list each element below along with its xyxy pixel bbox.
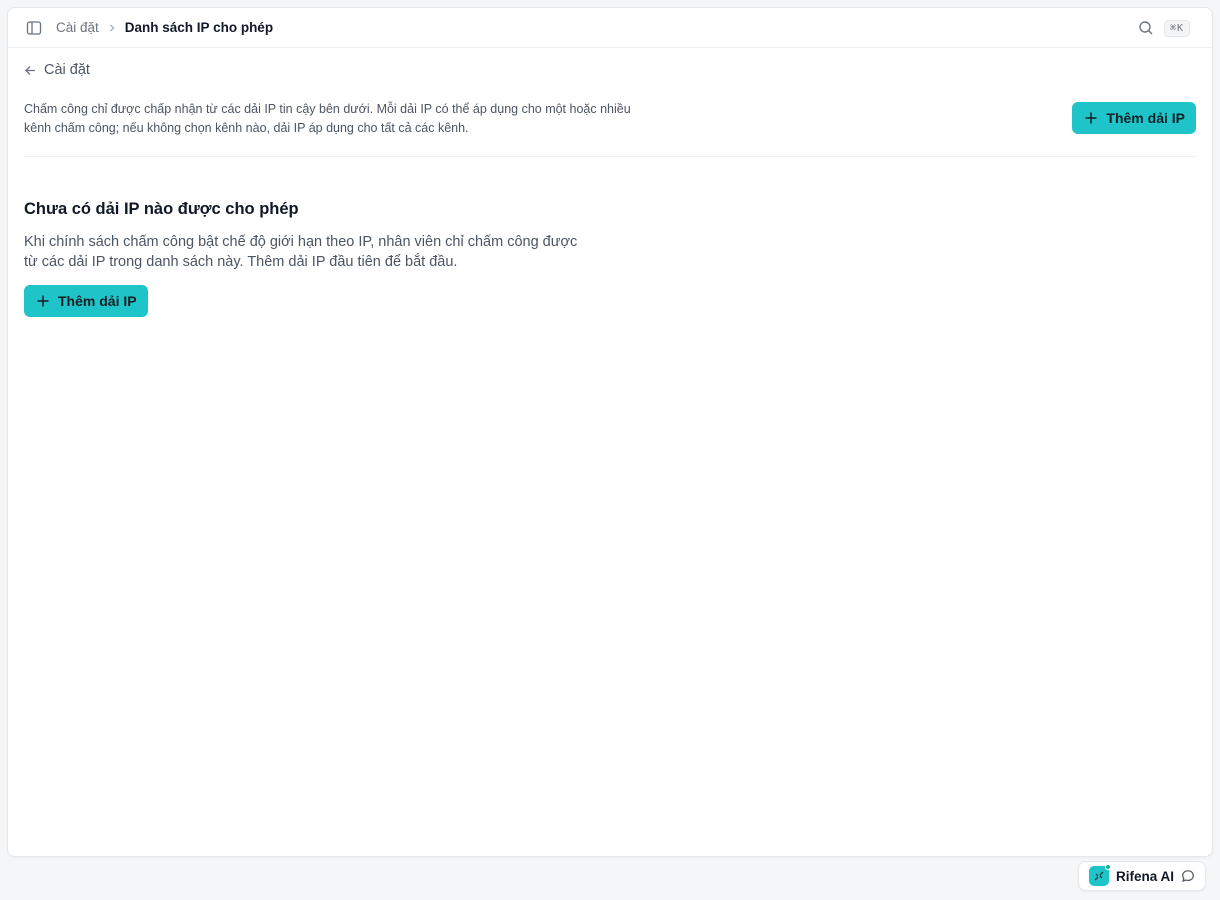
page-description-line: kênh chấm công; nếu không chọn kênh nào,… <box>24 120 469 135</box>
ai-assistant-label: Rifena AI <box>1115 868 1174 884</box>
top-bar: Cài đặt Danh sách IP cho phép ⌘K <box>8 8 1212 48</box>
ai-assistant-button[interactable]: Rifena AI <box>1077 861 1206 891</box>
chat-bubble-icon <box>1181 869 1195 883</box>
main-panel: Cài đặt Danh sách IP cho phép ⌘K Cài đặt… <box>7 7 1213 857</box>
page-description: Chấm công chỉ được chấp nhận từ các dải … <box>24 100 704 138</box>
empty-state-add-button-label: Thêm dải IP <box>58 292 137 309</box>
back-link-label: Cài đặt <box>44 62 90 78</box>
empty-state-description-line: từ các dải IP trong danh sách này. Thêm … <box>24 254 458 270</box>
arrow-left-icon <box>24 64 37 77</box>
sidebar-toggle-icon[interactable] <box>24 18 44 38</box>
topbar-actions: ⌘K <box>1136 8 1190 48</box>
ai-status-dot <box>1104 864 1111 870</box>
plus-icon <box>36 294 50 308</box>
breadcrumb: Cài đặt Danh sách IP cho phép <box>56 20 273 35</box>
breadcrumb-parent[interactable]: Cài đặt <box>56 20 99 35</box>
page-header: Chấm công chỉ được chấp nhận từ các dải … <box>24 100 1196 157</box>
page-description-line: Chấm công chỉ được chấp nhận từ các dải … <box>24 101 631 116</box>
search-icon[interactable] <box>1136 18 1156 38</box>
empty-state-title: Chưa có dải IP nào được cho phép <box>24 199 299 218</box>
breadcrumb-current: Danh sách IP cho phép <box>124 20 274 35</box>
empty-state-add-button[interactable]: Thêm dải IP <box>24 284 148 317</box>
empty-state-description: Khi chính sách chấm công bật chế độ giới… <box>24 232 604 273</box>
plus-icon <box>1084 111 1098 125</box>
page-content: Cài đặt Chấm công chỉ được chấp nhận từ … <box>8 48 1212 317</box>
back-link[interactable]: Cài đặt <box>24 62 90 78</box>
chevron-right-icon <box>107 23 117 33</box>
empty-state: Chưa có dải IP nào được cho phép Khi chí… <box>24 200 1196 317</box>
empty-state-description-line: Khi chính sách chấm công bật chế độ giới… <box>24 233 578 250</box>
add-ip-range-button-label: Thêm dải IP <box>1106 109 1185 126</box>
search-shortcut-badge[interactable]: ⌘K <box>1163 19 1190 37</box>
add-ip-range-button[interactable]: Thêm dải IP <box>1072 101 1196 134</box>
ai-logo-icon <box>1088 864 1111 886</box>
